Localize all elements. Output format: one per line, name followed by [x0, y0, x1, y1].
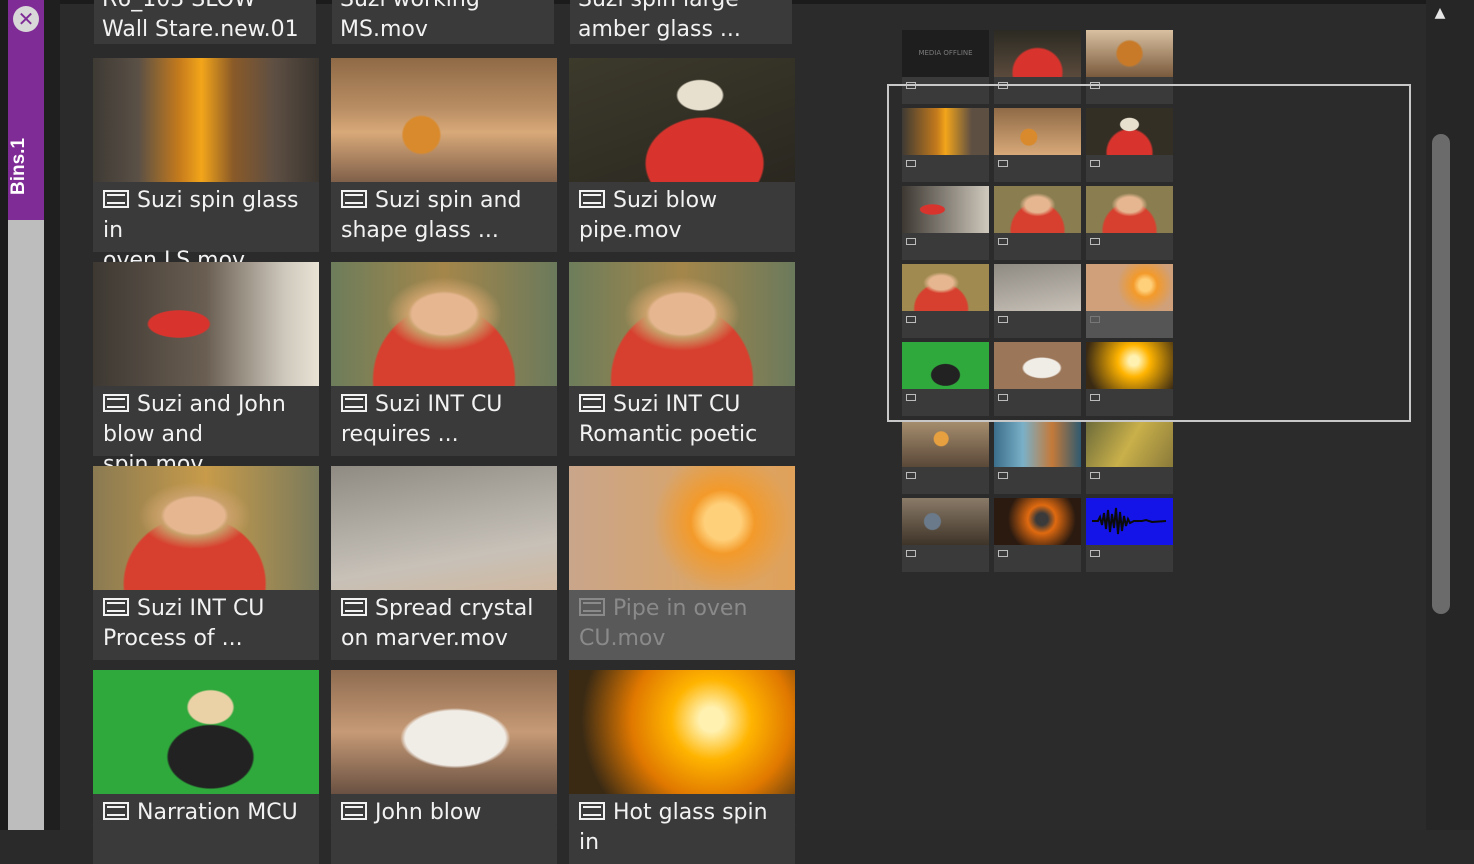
clip-card[interactable]: Hot glass spin in [569, 670, 795, 864]
clip-card-caption[interactable]: Suzi spin large amber glass ... [570, 0, 792, 44]
clip-caption: Suzi spin glass in oven LS.mov [93, 182, 319, 273]
clip-card[interactable]: John blow [331, 670, 557, 864]
film-icon [341, 190, 367, 208]
film-icon [906, 550, 916, 557]
panel-separator [44, 0, 60, 830]
clip-caption: Suzi blow pipe.mov [569, 182, 795, 252]
film-icon [103, 394, 129, 412]
film-icon [341, 598, 367, 616]
mini-clip[interactable] [1086, 420, 1173, 494]
film-icon [579, 190, 605, 208]
mini-clip[interactable] [994, 420, 1081, 494]
clip-title-line1: Pipe in oven [613, 596, 748, 621]
clip-title-line2: MS.mov [340, 17, 428, 42]
clip-thumbnail [93, 262, 319, 386]
clip-card-offline[interactable]: Pipe in oven CU.mov [569, 466, 795, 660]
window-edge [0, 0, 8, 830]
mini-audio-clip[interactable] [1086, 498, 1173, 572]
clip-card-caption[interactable]: Suzi working MS.mov [332, 0, 554, 44]
film-icon [341, 802, 367, 820]
audio-icon [1090, 550, 1100, 557]
clip-thumbnail [569, 58, 795, 182]
clip-title-line1: Suzi INT CU [137, 596, 265, 621]
clip-title-line1: Suzi INT CU [375, 392, 503, 417]
film-icon [998, 550, 1008, 557]
clip-title-line1: Spread crystal [375, 596, 534, 621]
clip-title-line1: Hot glass spin in [579, 800, 768, 855]
film-icon [579, 394, 605, 412]
film-icon [998, 472, 1008, 479]
clip-caption: Suzi spin and shape glass ... [331, 182, 557, 252]
viewport-selection-box[interactable] [887, 84, 1411, 422]
clip-thumbnail [569, 262, 795, 386]
film-icon [103, 802, 129, 820]
film-icon [579, 598, 605, 616]
clip-thumbnail [93, 670, 319, 794]
clip-thumbnail [331, 466, 557, 590]
clip-card-caption[interactable]: R6_103 SLOW Wall Stare.new.01 [94, 0, 316, 44]
clip-title-line1: Suzi and John [137, 392, 286, 417]
clip-title-line2: pipe.mov [579, 218, 682, 243]
scroll-thumb[interactable] [1432, 134, 1450, 614]
film-icon [103, 190, 129, 208]
clip-title-line2: CU.mov [579, 626, 666, 651]
close-icon[interactable]: ✕ [13, 6, 39, 32]
clip-card[interactable]: Suzi INT CU Romantic poetic ... [569, 262, 795, 477]
film-icon [341, 394, 367, 412]
clip-thumbnail [569, 670, 795, 794]
clip-title-line1: Suzi spin large [578, 0, 784, 15]
clip-card[interactable]: Spread crystal on marver.mov [331, 466, 557, 660]
clip-caption: Suzi INT CU Process of ... [93, 590, 319, 660]
clip-card[interactable]: Suzi spin glass in oven LS.mov [93, 58, 319, 273]
clip-card[interactable]: Narration MCU [93, 670, 319, 864]
clip-thumbnail [331, 262, 557, 386]
clip-title-line1: Suzi blow [613, 188, 718, 213]
clip-caption: Spread crystal on marver.mov [331, 590, 557, 660]
clip-thumbnail [93, 466, 319, 590]
clip-title-line1: Suzi spin glass in [103, 188, 299, 243]
clip-card[interactable]: Suzi blow pipe.mov [569, 58, 795, 252]
clip-caption: Suzi INT CU Romantic poetic ... [569, 386, 795, 477]
mini-clip[interactable] [902, 420, 989, 494]
clip-caption: Suzi and John blow and spin.mov [93, 386, 319, 477]
clip-caption: Hot glass spin in [569, 794, 795, 864]
clip-title-line1: Narration MCU [137, 800, 298, 825]
clip-thumbnail [331, 670, 557, 794]
mini-clip[interactable] [902, 498, 989, 572]
clip-caption: John blow [331, 794, 557, 864]
clip-card[interactable]: Suzi spin and shape glass ... [331, 58, 557, 252]
tab-area [8, 220, 44, 830]
bins-tab-label: Bins.1 [8, 137, 29, 195]
clip-title-line2: Wall Stare.new.01 [102, 17, 299, 42]
film-icon [103, 598, 129, 616]
clip-title-line2: Process of ... [103, 626, 243, 651]
clip-title-line1: Suzi working [340, 0, 546, 15]
clip-card[interactable]: Suzi INT CU requires ... [331, 262, 557, 456]
waveform-icon [1086, 498, 1173, 545]
audio-waveform [1092, 507, 1167, 535]
mini-clip[interactable] [994, 498, 1081, 572]
clip-card[interactable]: Suzi INT CU Process of ... [93, 466, 319, 660]
clip-title-line1: R6_103 SLOW [102, 0, 308, 15]
clip-title-line1: Suzi spin and [375, 188, 522, 213]
clip-thumbnail [93, 58, 319, 182]
clip-title-line2: on marver.mov [341, 626, 508, 651]
clip-caption: Pipe in oven CU.mov [569, 590, 795, 660]
clip-thumbnail [569, 466, 795, 590]
clip-title-line2: shape glass ... [341, 218, 499, 243]
clip-title-line1: John blow [375, 800, 482, 825]
clip-thumbnail [331, 58, 557, 182]
film-icon [579, 802, 605, 820]
film-icon [906, 472, 916, 479]
clip-title-line2: requires ... [341, 422, 459, 447]
clip-title-line1: Suzi INT CU [613, 392, 741, 417]
clip-caption: Narration MCU [93, 794, 319, 864]
clip-card[interactable]: Suzi and John blow and spin.mov [93, 262, 319, 477]
media-offline-thumbnail: MEDIA OFFLINE [902, 30, 989, 77]
clip-title-line2: amber glass ... [578, 17, 741, 42]
film-icon [1090, 472, 1100, 479]
clip-caption: Suzi INT CU requires ... [331, 386, 557, 456]
scroll-up-arrow-icon[interactable]: ▲ [1432, 6, 1448, 20]
